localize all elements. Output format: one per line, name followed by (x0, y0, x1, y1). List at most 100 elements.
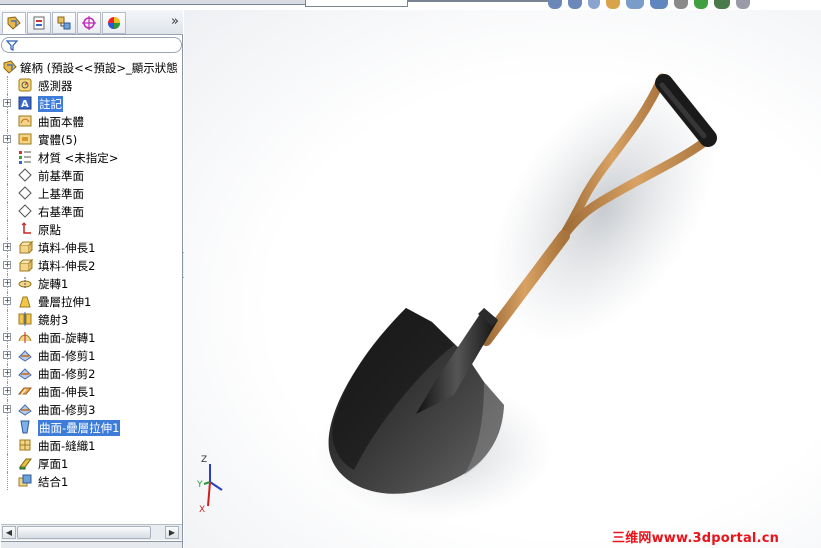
previous-view-icon[interactable] (588, 0, 600, 9)
revolve-icon (17, 275, 33, 291)
tree-item[interactable]: + 曲面-伸長1 (0, 382, 183, 400)
tree-guide-line (7, 418, 8, 436)
site-watermark: 三维网www.3dportal.cn (612, 531, 780, 546)
tree-item[interactable]: + 曲面-旋轉1 (0, 328, 183, 346)
expand-toggle[interactable]: + (3, 405, 11, 413)
scroll-right-button[interactable]: ▶ (165, 526, 179, 539)
thicken-icon (17, 455, 33, 471)
surface-extrude-icon (17, 383, 33, 399)
tree-item[interactable]: 前基準面 (0, 166, 183, 184)
tree-item[interactable]: 結合1 (0, 472, 183, 490)
tree-item[interactable]: 厚面1 (0, 454, 183, 472)
plane-icon (17, 167, 33, 183)
view-orientation-icon[interactable] (626, 0, 644, 9)
display-style-icon[interactable] (650, 0, 668, 9)
tree-item-label: 前基準面 (38, 169, 84, 183)
tree-item-label: 旋轉1 (38, 277, 69, 291)
tree-item[interactable]: + 曲面-修剪2 (0, 364, 183, 382)
tree-item-label: 曲面-伸長1 (38, 385, 96, 399)
solid-bodies-icon (17, 131, 33, 147)
more-tabs-button[interactable]: » (171, 14, 179, 29)
tree-item-label: 疊層拉伸1 (38, 295, 92, 309)
view-settings-icon[interactable] (736, 0, 750, 9)
svg-text:A: A (21, 99, 29, 110)
tree-item[interactable]: 曲面-疊層拉伸1 (0, 418, 183, 436)
tree-item-label: 感測器 (38, 79, 73, 93)
scroll-left-button[interactable]: ◀ (2, 526, 16, 539)
expand-toggle[interactable]: + (3, 261, 11, 269)
manager-tabs: » (0, 10, 183, 35)
tree-item[interactable]: 原點 (0, 220, 183, 238)
edit-appearance-icon[interactable] (694, 0, 708, 9)
tree-item[interactable]: + 疊層拉伸1 (0, 292, 183, 310)
tree-item[interactable]: 材質 <未指定> (0, 148, 183, 166)
triad-x-label: X (199, 505, 205, 515)
tab-strip-border (408, 0, 548, 2)
feature-tree: 鏟柄 (預設<<預設>_顯示狀態 感測器 + A 註記 曲面本體 + 實體(5) 材質 <未指定… (0, 58, 183, 490)
tree-item[interactable]: + 填料-伸長1 (0, 238, 183, 256)
expand-toggle[interactable]: + (3, 369, 11, 377)
material-icon (17, 149, 33, 165)
tree-item[interactable]: 上基準面 (0, 184, 183, 202)
hide-show-items-icon[interactable] (674, 0, 688, 9)
expand-toggle[interactable]: + (3, 243, 11, 251)
tree-item[interactable]: + 實體(5) (0, 130, 183, 148)
tree-root-part[interactable]: 鏟柄 (預設<<預設>_顯示狀態 (0, 58, 183, 76)
tree-item[interactable]: 曲面-縫織1 (0, 436, 183, 454)
tree-item-label: 曲面-修剪1 (38, 349, 96, 363)
apply-scene-icon[interactable] (714, 0, 730, 9)
tree-item[interactable]: 鏡射3 (0, 310, 183, 328)
origin-icon (17, 221, 33, 237)
zoom-to-area-icon[interactable] (568, 0, 582, 9)
section-view-icon[interactable] (606, 0, 620, 9)
tree-item-label: 原點 (38, 223, 61, 237)
tree-guide-line (7, 202, 8, 220)
tree-item[interactable]: 曲面本體 (0, 112, 183, 130)
expand-toggle[interactable]: + (3, 99, 11, 107)
heads-up-view-toolbar (548, 0, 750, 10)
plane-icon (17, 185, 33, 201)
zoom-to-fit-icon[interactable] (548, 0, 562, 9)
tree-guide-line (7, 454, 8, 472)
extrude-boss-icon (17, 257, 34, 273)
tree-item-label: 填料-伸長2 (38, 259, 96, 273)
tab-dimxpert-manager[interactable] (77, 12, 101, 34)
tree-item[interactable]: + A 註記 (0, 94, 183, 112)
feature-filter-input[interactable] (1, 37, 182, 53)
surface-trim-icon (17, 365, 33, 381)
tree-guide-line (7, 436, 8, 454)
triad-y-label: Y (196, 480, 203, 490)
shovel-model (314, 73, 718, 520)
surface-trim-icon (17, 401, 33, 417)
expand-toggle[interactable]: + (3, 297, 11, 305)
dimxpert-icon (82, 16, 96, 30)
tree-item-label: 鏡射3 (38, 313, 69, 327)
expand-toggle[interactable]: + (3, 333, 11, 341)
tree-item[interactable]: + 曲面-修剪3 (0, 400, 183, 418)
tab-property-manager[interactable] (27, 12, 51, 34)
tree-guide-line (7, 310, 8, 328)
tree-item[interactable]: + 旋轉1 (0, 274, 183, 292)
filter-icon (6, 40, 18, 51)
surface-bodies-icon (17, 113, 33, 129)
horizontal-scrollbar[interactable]: ◀ ▶ (1, 524, 182, 540)
feature-manager-panel: » 鏟柄 (預設<<預設>_顯示狀態 感測器 + A 註記 曲面本體 + 實體(5) 材質 <未… (0, 10, 183, 548)
scrollbar-thumb[interactable] (17, 526, 151, 539)
feature-manager-icon (7, 16, 21, 30)
tree-item[interactable]: + 填料-伸長2 (0, 256, 183, 274)
expand-toggle[interactable]: + (3, 135, 11, 143)
graphics-area[interactable]: Z Y X (184, 10, 821, 548)
tree-item-label: 右基準面 (38, 205, 84, 219)
document-tab[interactable] (305, 0, 408, 7)
tree-item[interactable]: 感測器 (0, 76, 183, 94)
tree-item[interactable]: + 曲面-修剪1 (0, 346, 183, 364)
expand-toggle[interactable]: + (3, 387, 11, 395)
tab-display-manager[interactable] (102, 12, 126, 34)
tree-item[interactable]: 右基準面 (0, 202, 183, 220)
expand-toggle[interactable]: + (3, 351, 11, 359)
tab-feature-manager[interactable] (2, 12, 26, 34)
combine-icon (17, 473, 33, 489)
tab-configuration-manager[interactable] (52, 12, 76, 34)
expand-toggle[interactable]: + (3, 279, 11, 287)
bottom-tab-strip (1, 541, 182, 548)
